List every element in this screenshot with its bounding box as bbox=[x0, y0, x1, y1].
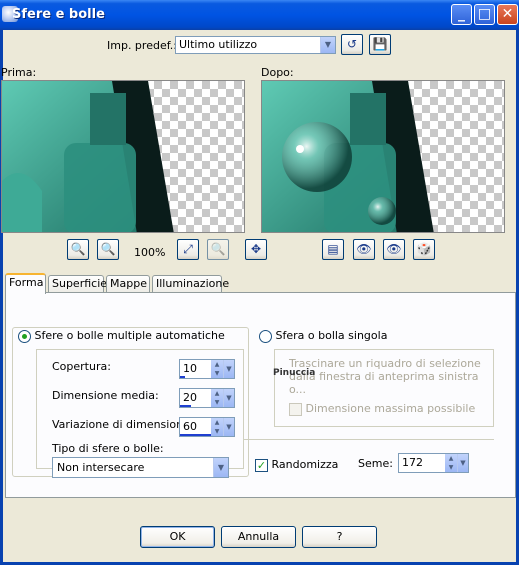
zoom-level: 100% bbox=[134, 246, 166, 259]
type-dropdown[interactable]: Non intersecare ▼ bbox=[52, 457, 229, 478]
auto-radio-button[interactable] bbox=[18, 329, 31, 343]
actual-size-icon[interactable]: 🔍 bbox=[207, 239, 229, 260]
size-variation-stepper[interactable]: 60 ▲ ▼ ▼ bbox=[179, 417, 235, 437]
single-radio-button[interactable] bbox=[259, 329, 272, 343]
close-button[interactable]: ✕ bbox=[497, 4, 518, 25]
size-variation-value: 60 bbox=[183, 420, 197, 433]
bubble-1 bbox=[282, 122, 352, 192]
after-label: Dopo: bbox=[261, 66, 294, 79]
bubble-2 bbox=[368, 197, 396, 225]
chevron-down-icon[interactable]: ▼ bbox=[320, 37, 335, 53]
single-radio-label: Sfera o bolla singola bbox=[275, 329, 388, 342]
type-value: Non intersecare bbox=[57, 461, 145, 474]
dialog-window: Sfere e bolle _ □ ✕ Imp. predef.: Ultimo… bbox=[0, 0, 519, 565]
preset-value: Ultimo utilizzo bbox=[179, 38, 258, 51]
tab-mappe[interactable]: Mappe bbox=[106, 275, 150, 293]
single-hint: Trascinare un riquadro di selezione dall… bbox=[289, 357, 481, 396]
auto-radio-label: Sfere o bolle multiple automatiche bbox=[34, 329, 225, 342]
watermark-text: Pinuccia bbox=[273, 368, 316, 378]
stepper-arrows-icon[interactable]: ▲ ▼ bbox=[211, 360, 223, 378]
tab-superficie[interactable]: Superficie bbox=[48, 275, 107, 293]
single-radio[interactable]: Sfera o bolla singola bbox=[259, 329, 387, 343]
chevron-down-icon[interactable]: ▼ bbox=[457, 454, 468, 472]
zoom-in-icon[interactable]: 🔍 bbox=[97, 239, 119, 260]
preset-dropdown[interactable]: Ultimo utilizzo ▼ bbox=[175, 36, 336, 54]
coverage-stepper[interactable]: 10 ▲ ▼ ▼ bbox=[179, 359, 235, 379]
avg-size-value: 20 bbox=[183, 391, 197, 404]
randomize-checkbox[interactable]: ✓ Randomizza bbox=[255, 458, 338, 472]
avg-size-stepper[interactable]: 20 ▲ ▼ ▼ bbox=[179, 388, 235, 408]
randomize-dice-icon[interactable]: 🎲 bbox=[413, 239, 435, 260]
zoom-out-icon[interactable]: 🔍 bbox=[67, 239, 89, 260]
window-title: Sfere e bolle bbox=[12, 7, 105, 22]
after-preview[interactable] bbox=[261, 80, 505, 233]
chevron-down-icon[interactable]: ▼ bbox=[223, 389, 234, 407]
avg-size-label: Dimensione media: bbox=[52, 389, 159, 402]
after-preview-image bbox=[262, 81, 434, 232]
randomize-label: Randomizza bbox=[271, 458, 339, 471]
forma-panel: Sfere o bolle multiple automatiche Sfera… bbox=[5, 292, 516, 498]
chevron-down-icon[interactable]: ▼ bbox=[223, 418, 234, 436]
coverage-value: 10 bbox=[183, 362, 197, 375]
stepper-arrows-icon[interactable]: ▲ ▼ bbox=[211, 418, 223, 436]
title-bar[interactable]: Sfere e bolle _ □ ✕ bbox=[0, 0, 519, 30]
size-variation-label: Variazione di dimensione: bbox=[52, 418, 194, 431]
ok-button[interactable]: OK bbox=[140, 526, 215, 548]
preview-toggle-icon[interactable]: ▤ bbox=[322, 239, 344, 260]
fit-window-icon[interactable]: ⤢ bbox=[177, 239, 199, 260]
seed-label: Seme: bbox=[358, 457, 393, 470]
stepper-arrows-icon[interactable]: ▲ ▼ bbox=[445, 454, 457, 472]
seed-stepper[interactable]: 172 ▲ ▼ ▼ bbox=[398, 453, 469, 473]
chevron-down-icon[interactable]: ▼ bbox=[213, 458, 228, 477]
eye-icon[interactable]: 👁 bbox=[383, 239, 405, 260]
max-size-check[interactable] bbox=[289, 402, 302, 416]
maximize-button[interactable]: □ bbox=[474, 4, 495, 25]
coverage-label: Copertura: bbox=[52, 360, 111, 373]
avg-size-bar bbox=[180, 405, 191, 407]
stepper-arrows-icon[interactable]: ▲ ▼ bbox=[211, 389, 223, 407]
divider bbox=[244, 439, 494, 440]
preset-label: Imp. predef.: bbox=[107, 39, 177, 52]
coverage-bar bbox=[180, 376, 186, 378]
before-preview-image bbox=[2, 81, 174, 232]
cancel-button[interactable]: Annulla bbox=[221, 526, 296, 548]
before-label: Prima: bbox=[1, 66, 37, 79]
tab-illuminazione[interactable]: Illuminazione bbox=[152, 275, 229, 293]
help-button[interactable]: ? bbox=[302, 526, 377, 548]
chevron-down-icon[interactable]: ▼ bbox=[223, 360, 234, 378]
reset-preset-button[interactable]: ↺ bbox=[341, 34, 363, 55]
max-size-checkbox[interactable]: Dimensione massima possibile bbox=[289, 402, 475, 416]
size-variation-bar bbox=[180, 434, 213, 436]
pan-icon[interactable]: ✥ bbox=[245, 239, 267, 260]
before-preview[interactable] bbox=[1, 80, 245, 233]
save-preset-button[interactable]: 💾 bbox=[369, 34, 391, 55]
max-size-label: Dimensione massima possibile bbox=[305, 402, 476, 415]
auto-radio[interactable]: Sfere o bolle multiple automatiche bbox=[18, 329, 228, 343]
seed-value: 172 bbox=[402, 456, 423, 469]
randomize-check[interactable]: ✓ bbox=[255, 458, 268, 472]
tab-forma[interactable]: Forma bbox=[5, 273, 46, 294]
type-label: Tipo di sfere o bolle: bbox=[52, 442, 164, 455]
lock-preview-icon[interactable]: 👁 bbox=[353, 239, 375, 260]
minimize-button[interactable]: _ bbox=[451, 4, 472, 25]
